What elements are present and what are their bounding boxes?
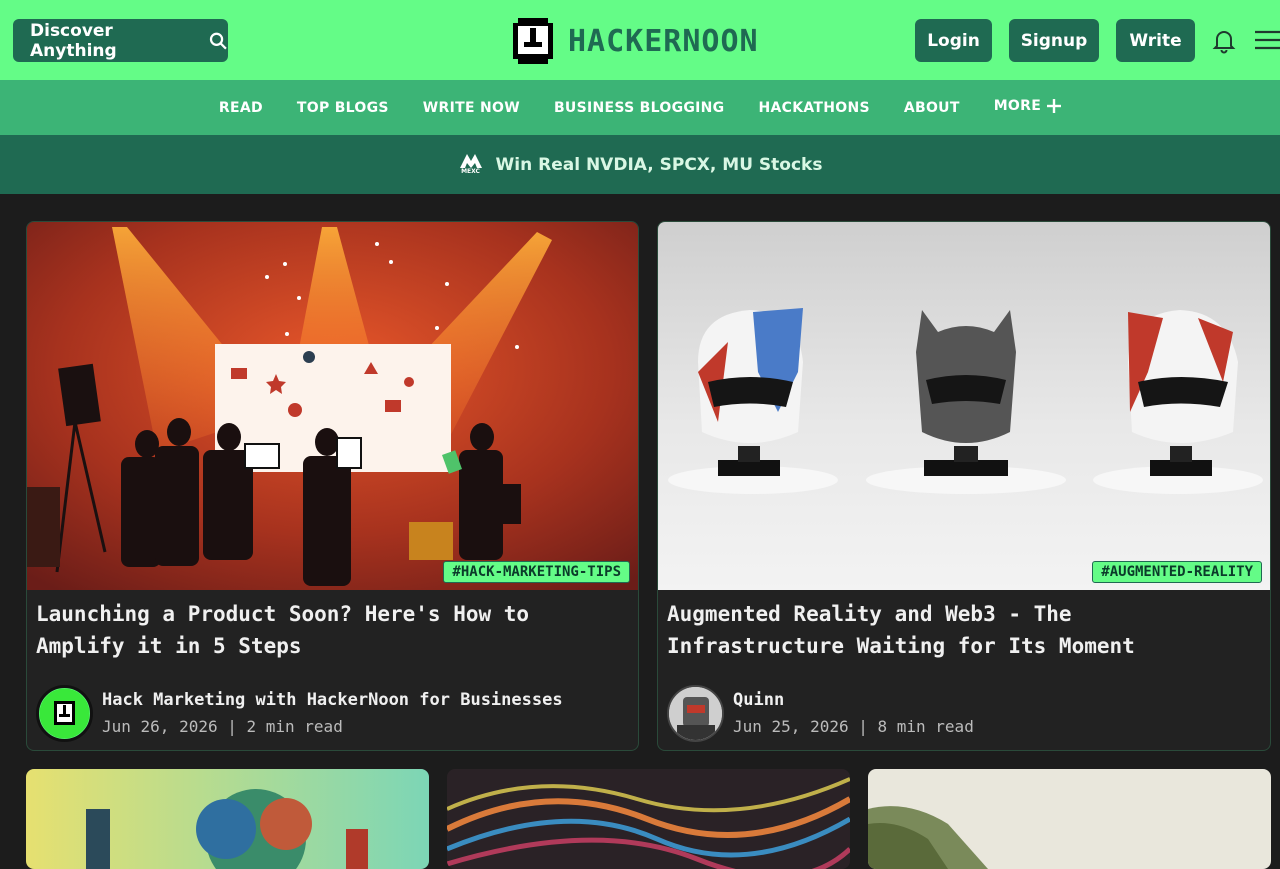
avatar[interactable] [667,685,724,742]
article-card-image[interactable] [26,769,429,869]
article-image[interactable]: #AUGMENTED-REALITY [658,222,1270,590]
article-tag[interactable]: #HACK-MARKETING-TIPS [443,561,630,583]
write-button[interactable]: Write [1116,19,1195,62]
bell-icon[interactable] [1212,28,1236,54]
promo-banner[interactable]: MEXC Win Real NVDIA, SPCX, MU Stocks [0,135,1280,194]
main-nav: READ TOP BLOGS WRITE NOW BUSINESS BLOGGI… [0,80,1280,135]
mexc-logo-icon [459,154,482,168]
article-card-image[interactable] [868,769,1271,869]
article-image[interactable]: #HACK-MARKETING-TIPS [27,222,638,590]
logo-text: HACKERNOON [568,23,759,59]
hackernoon-logo-icon [513,18,553,64]
hackernoon-logo[interactable]: HACKERNOON [510,16,759,66]
nav-item-write-now[interactable]: WRITE NOW [423,100,520,116]
signup-button[interactable]: Signup [1009,19,1099,62]
nav-label: MORE [993,97,1042,114]
nav-label: TOP BLOGS [296,99,389,116]
search-label: Discover Anything [30,20,117,61]
nav-label: HACKATHONS [758,99,870,116]
hackernoon-avatar-icon [39,688,90,739]
nav-item-more[interactable]: MORE [993,97,1062,114]
nav-label: WRITE NOW [422,99,520,116]
banner-text: Win Real NVDIA, SPCX, MU Stocks [495,154,823,175]
article-card[interactable]: #AUGMENTED-REALITY Augmented Reality and… [657,221,1271,751]
mexc-label: MEXC [461,168,480,175]
nav-item-about[interactable]: ABOUT [904,100,960,116]
illustration-thumbnail [26,769,429,869]
article-meta: Jun 26, 2026 | 2 min read [102,717,343,736]
cables-thumbnail [447,769,850,869]
hamburger-menu-icon[interactable] [1254,29,1280,51]
nav-item-read[interactable]: READ [219,100,263,116]
article-title[interactable]: Augmented Reality and Web3 - The Infrast… [667,598,1247,662]
nav-label: ABOUT [903,99,960,116]
avatar[interactable] [36,685,93,742]
discover-search-button[interactable]: Discover Anything [13,19,228,62]
nav-label: BUSINESS BLOGGING [553,99,725,116]
nav-item-hackathons[interactable]: HACKATHONS [758,100,869,116]
login-button[interactable]: Login [915,19,992,62]
author-name[interactable]: Quinn [733,690,784,710]
article-tag[interactable]: #AUGMENTED-REALITY [1092,561,1262,583]
plus-icon [1047,98,1062,113]
article-card-image[interactable] [447,769,850,869]
nav-item-top-blogs[interactable]: TOP BLOGS [297,100,389,116]
author-avatar-icon [669,687,722,740]
nav-label: READ [218,99,263,116]
article-meta: Jun 25, 2026 | 8 min read [733,717,974,736]
top-header: Discover Anything HACKERNOON Login Signu… [0,0,1280,80]
helmets-illustration [658,222,1270,590]
article-title[interactable]: Launching a Product Soon? Here's How to … [36,598,616,662]
mexc-logo: MEXC [458,152,484,178]
article-card[interactable]: #HACK-MARKETING-TIPS Launching a Product… [26,221,639,751]
nav-item-business-blogging[interactable]: BUSINESS BLOGGING [554,100,725,116]
search-icon [209,32,227,49]
author-name[interactable]: Hack Marketing with HackerNoon for Busin… [102,690,563,710]
landscape-thumbnail [868,769,1271,869]
stage-illustration [27,222,638,590]
